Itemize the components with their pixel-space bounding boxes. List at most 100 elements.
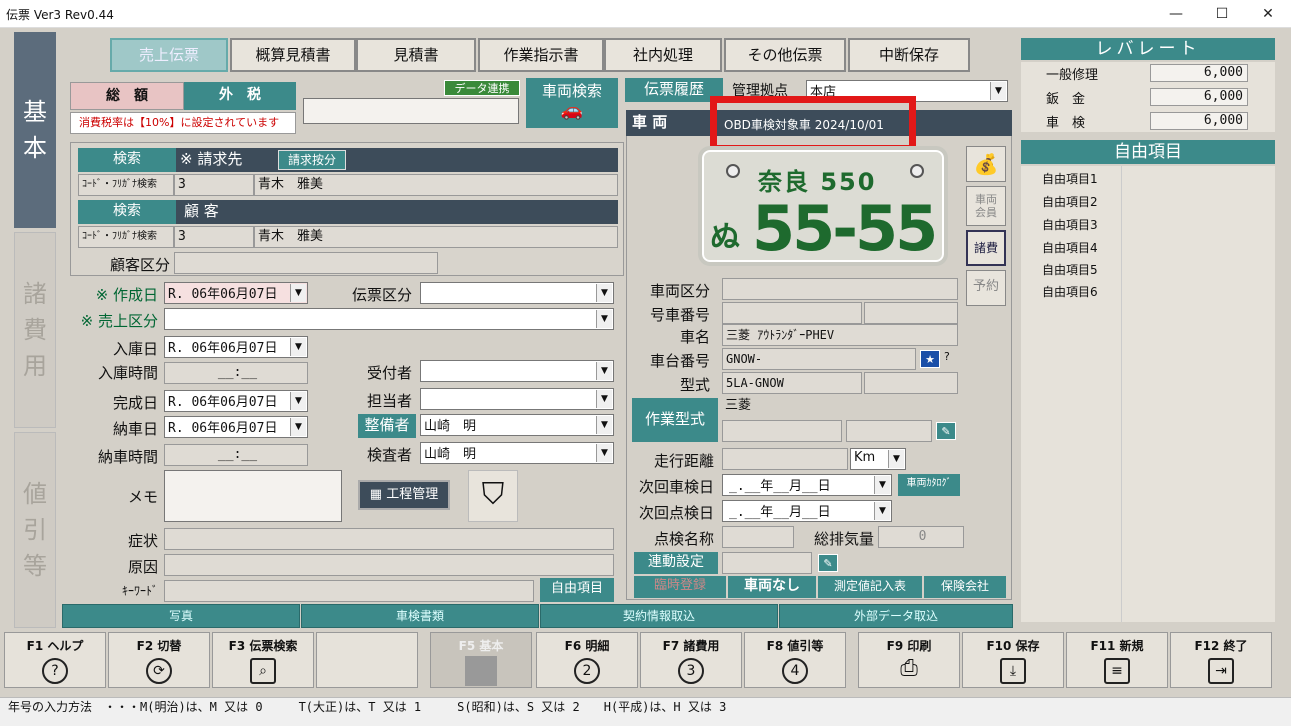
f10-save-button[interactable]: F10 保存 ⤓ <box>962 632 1064 688</box>
free-item-button[interactable]: 自由項目 <box>540 578 614 602</box>
billto-code-input[interactable]: 3 <box>174 174 254 196</box>
rate-value-shaken[interactable]: 6,000 <box>1150 112 1248 130</box>
tab-sagyou[interactable]: 作業指示書 <box>478 38 604 72</box>
check-name-field[interactable] <box>722 526 794 548</box>
tab-nebiki[interactable]: 値 引 等 <box>14 432 56 628</box>
staff-select[interactable]: ▼ <box>420 388 614 410</box>
link-settings-button[interactable]: 連動設定 <box>634 552 718 574</box>
tab-shohiyo[interactable]: 諸 費 用 <box>14 232 56 428</box>
work-model-field-2[interactable] <box>846 420 932 442</box>
photo-tab[interactable]: 写真 <box>62 604 300 628</box>
link-settings-field[interactable] <box>722 552 812 574</box>
close-button[interactable]: ✕ <box>1245 0 1291 28</box>
circle-3-icon: 3 <box>678 658 704 684</box>
f5-basic-button[interactable]: F5 基本 <box>430 632 532 688</box>
receiver-select[interactable]: ▼ <box>420 360 614 382</box>
tab-uriage[interactable]: 売上伝票 <box>110 38 228 72</box>
contract-import-tab[interactable]: 契約情報取込 <box>540 604 778 628</box>
inspection-docs-tab[interactable]: 車検書類 <box>301 604 539 628</box>
measure-button[interactable]: 測定値記入表 <box>818 576 922 598</box>
deliv-time[interactable]: __:__ <box>164 444 308 466</box>
f7-fees-button[interactable]: F7 諸費用 3 <box>640 632 742 688</box>
chevron-down-icon: ▼ <box>290 284 306 302</box>
tab-kihon[interactable]: 基 本 <box>14 32 56 228</box>
f6-detail-button[interactable]: F6 明細 2 <box>536 632 638 688</box>
mechanic-select[interactable]: 山崎 明 ▼ <box>420 414 614 436</box>
unit-number-label: 号車番号 <box>649 306 710 324</box>
f3-search-button[interactable]: F3 伝票検索 ⌕ <box>212 632 314 688</box>
symptom-input[interactable] <box>164 528 614 550</box>
in-time[interactable]: __:__ <box>164 362 308 384</box>
catalog-button[interactable]: 車両ｶﾀﾛｸﾞ <box>898 474 960 496</box>
deliv-date[interactable]: R. 06年06月07日 ▼ <box>164 416 308 438</box>
next-check-date[interactable]: _.__年__月__日 ▼ <box>722 500 892 522</box>
shohiyo-button[interactable]: 諸費 <box>966 230 1006 266</box>
f11-new-button[interactable]: F11 新規 ≡ <box>1066 632 1168 688</box>
next-inspection-date[interactable]: _.__年__月__日 ▼ <box>722 474 892 496</box>
customer-search-button[interactable]: 検索 <box>78 200 176 224</box>
inspector-select[interactable]: 山崎 明 ▼ <box>420 442 614 464</box>
unit-number-field-2[interactable] <box>864 302 958 324</box>
star-icon[interactable]: ★ <box>920 350 940 368</box>
tab-shanai[interactable]: 社内処理 <box>604 38 722 72</box>
insurance-button[interactable]: 保険会社 <box>924 576 1006 598</box>
billto-label: ※ 請求先 <box>180 150 243 168</box>
help-question-icon[interactable]: ? <box>944 350 950 363</box>
inspector-label: 検査者 <box>366 446 412 464</box>
done-date[interactable]: R. 06年06月07日 ▼ <box>164 390 308 412</box>
billto-search-button[interactable]: 検索 <box>78 148 176 172</box>
cause-input[interactable] <box>164 554 614 576</box>
no-vehicle-button[interactable]: 車両なし <box>728 576 816 598</box>
tab-chudan[interactable]: 中断保存 <box>848 38 970 72</box>
bookmark-icon[interactable]: ⛉ <box>468 470 518 522</box>
edit-icon[interactable]: ✎ <box>818 554 838 572</box>
total-amount-field[interactable] <box>303 98 519 124</box>
tab-mitsumori[interactable]: 見積書 <box>356 38 476 72</box>
tab-sonota[interactable]: その他伝票 <box>724 38 846 72</box>
edit-icon[interactable]: ✎ <box>936 422 956 440</box>
displacement-field[interactable]: 0 <box>878 526 964 548</box>
mechanic-button[interactable]: 整備者 <box>358 414 416 438</box>
f12-exit-button[interactable]: F12 終了 ⇥ <box>1170 632 1272 688</box>
vehicle-class-field[interactable] <box>722 278 958 300</box>
f2-switch-button[interactable]: F2 切替 ⟳ <box>108 632 210 688</box>
created-date[interactable]: R. 06年06月07日 ▼ <box>164 282 308 304</box>
external-import-tab[interactable]: 外部データ取込 <box>779 604 1013 628</box>
f9-print-button[interactable]: F9 印刷 ⎙ <box>858 632 960 688</box>
history-button[interactable]: 伝票履歴 <box>625 78 723 102</box>
rate-value-bankin[interactable]: 6,000 <box>1150 88 1248 106</box>
reserve-button[interactable]: 予約 <box>966 270 1006 306</box>
keyword-input[interactable] <box>164 580 534 602</box>
rate-value-general[interactable]: 6,000 <box>1150 64 1248 82</box>
car-name-field[interactable]: 三菱 ｱｳﾄﾗﾝﾀﾞｰPHEV <box>722 324 958 346</box>
mileage-input[interactable] <box>722 448 848 470</box>
memo-label: メモ <box>127 488 158 506</box>
unit-number-field[interactable] <box>722 302 862 324</box>
tax-note: 消費税率は【10%】に設定されています <box>70 112 296 134</box>
vehicle-member-button[interactable]: 車両 会員 <box>966 186 1006 226</box>
memo-textarea[interactable] <box>164 470 342 522</box>
minimize-button[interactable]: — <box>1153 0 1199 28</box>
data-link-button[interactable]: データ連携 <box>444 80 520 96</box>
billto-split-button[interactable]: 請求按分 <box>278 150 346 170</box>
schedule-button[interactable]: ▦ 工程管理 <box>358 480 450 510</box>
vehicle-search-button[interactable]: 車両検索 🚗 <box>526 78 618 128</box>
f1-help-button[interactable]: F1 ヘルプ? <box>4 632 106 688</box>
in-date[interactable]: R. 06年06月07日 ▼ <box>164 336 308 358</box>
maximize-button[interactable]: ☐ <box>1199 0 1245 28</box>
symptom-label: 症状 <box>127 532 158 550</box>
slip-type-select[interactable]: ▼ <box>420 282 614 304</box>
f8-discount-button[interactable]: F8 値引等 4 <box>744 632 846 688</box>
model-field[interactable]: 5LA-GNOW <box>722 372 862 394</box>
wallet-icon[interactable]: 💰 <box>966 146 1006 182</box>
tab-gaisan[interactable]: 概算見積書 <box>230 38 356 72</box>
customer-class-field[interactable] <box>174 252 438 274</box>
chassis-field[interactable]: GNOW- <box>722 348 916 370</box>
mileage-unit-select[interactable]: Km ▼ <box>850 448 906 470</box>
sales-type-select[interactable]: ▼ <box>164 308 614 330</box>
model-field-2[interactable] <box>864 372 958 394</box>
work-model-field-1[interactable] <box>722 420 842 442</box>
customer-code-input[interactable]: 3 <box>174 226 254 248</box>
temp-register-button[interactable]: 臨時登録 <box>634 576 726 598</box>
work-model-button[interactable]: 作業型式 <box>632 398 718 442</box>
